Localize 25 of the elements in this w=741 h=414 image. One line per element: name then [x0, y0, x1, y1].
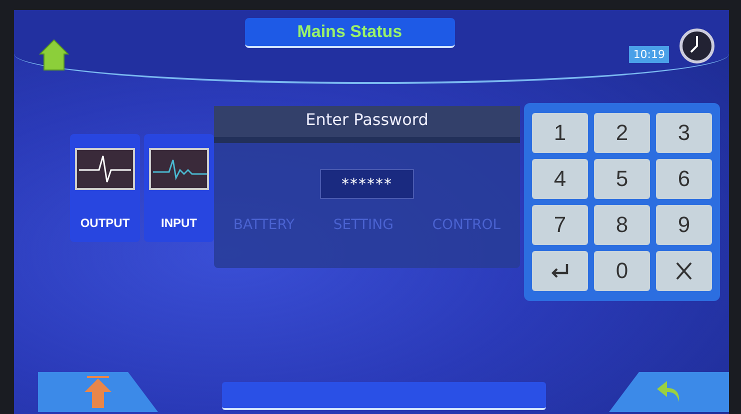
digit-key[interactable]: 7 — [532, 205, 588, 245]
tile-label: OUTPUT — [80, 216, 130, 230]
menu-tile[interactable]: INPUT — [144, 134, 214, 242]
digit-key[interactable]: 4 — [532, 159, 588, 199]
enter-key[interactable] — [532, 251, 588, 291]
clear-key[interactable] — [656, 251, 712, 291]
digit-key[interactable]: 0 — [594, 251, 650, 291]
screen-title: Mains Status — [244, 18, 455, 48]
digit-key[interactable]: 6 — [656, 159, 712, 199]
home-icon[interactable] — [38, 38, 70, 72]
menu-tile[interactable]: OUTPUT — [70, 134, 140, 242]
clock-icon[interactable] — [679, 28, 716, 64]
digit-key[interactable]: 5 — [594, 159, 650, 199]
up-arrow-icon — [84, 375, 112, 409]
digit-key[interactable]: 3 — [656, 113, 712, 153]
password-field[interactable]: ****** — [320, 169, 414, 199]
digit-key[interactable]: 8 — [594, 205, 650, 245]
digit-key[interactable]: 1 — [532, 113, 588, 153]
time-display: 10:19 — [629, 46, 670, 62]
digit-key[interactable]: 9 — [656, 205, 712, 245]
back-button[interactable] — [609, 372, 729, 412]
digit-key[interactable]: 2 — [594, 113, 650, 153]
tile-label: INPUT — [161, 216, 197, 230]
top-button[interactable] — [38, 372, 158, 412]
dialog-title: Enter Password — [214, 106, 520, 143]
